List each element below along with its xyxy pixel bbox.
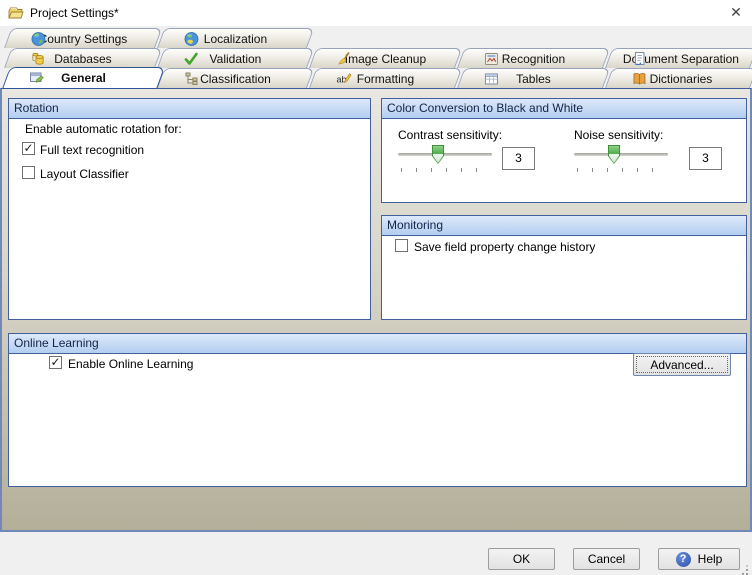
general-form-icon bbox=[29, 70, 45, 86]
tab-country-settings[interactable]: Country Settings bbox=[4, 28, 162, 48]
validation-check-icon bbox=[183, 51, 199, 67]
tab-label: Validation bbox=[210, 52, 262, 66]
enable-online-learning-label[interactable]: Enable Online Learning bbox=[68, 357, 193, 371]
tab-dictionaries[interactable]: Dictionaries bbox=[605, 68, 752, 88]
database-icon bbox=[30, 51, 46, 67]
help-icon: ? bbox=[676, 552, 691, 567]
tab-databases[interactable]: Databases bbox=[4, 48, 162, 68]
tab-recognition[interactable]: Recognition bbox=[457, 48, 610, 68]
classification-tree-icon bbox=[183, 71, 199, 87]
full-text-recognition-checkbox[interactable]: ✓ bbox=[22, 142, 35, 155]
rotation-intro-label: Enable automatic rotation for: bbox=[25, 122, 182, 136]
monitoring-group-title: Monitoring bbox=[382, 216, 746, 236]
contrast-sensitivity-label: Contrast sensitivity: bbox=[398, 128, 502, 142]
broom-icon bbox=[335, 51, 351, 67]
advanced-button[interactable]: Advanced... bbox=[633, 353, 731, 376]
tab-image-cleanup[interactable]: Image Cleanup bbox=[309, 48, 462, 68]
layout-classifier-label[interactable]: Layout Classifier bbox=[40, 167, 129, 181]
tab-document-separation[interactable]: Document Separation bbox=[605, 48, 752, 68]
tab-localization[interactable]: Localization bbox=[157, 28, 314, 48]
online-learning-group: Online Learning ✓ Enable Online Learning… bbox=[8, 333, 747, 487]
color-conversion-group: Color Conversion to Black and White Cont… bbox=[381, 98, 747, 203]
ok-button[interactable]: OK bbox=[488, 548, 555, 570]
close-icon[interactable]: ✕ bbox=[720, 0, 752, 24]
monitoring-group: Monitoring Save field property change hi… bbox=[381, 215, 747, 320]
save-field-history-checkbox[interactable] bbox=[395, 239, 408, 252]
tab-label: Classification bbox=[200, 72, 271, 86]
tab-label: Dictionaries bbox=[650, 72, 713, 86]
noise-sensitivity-slider-thumb[interactable] bbox=[608, 145, 620, 164]
noise-sensitivity-label: Noise sensitivity: bbox=[574, 128, 663, 142]
help-button[interactable]: ? Help bbox=[658, 548, 740, 570]
tab-label: Databases bbox=[54, 52, 111, 66]
noise-sensitivity-value[interactable]: 3 bbox=[689, 147, 722, 170]
tab-label: Image Cleanup bbox=[345, 52, 426, 66]
formatting-icon: ab bbox=[335, 71, 351, 87]
localization-globe-icon bbox=[183, 31, 199, 47]
app-icon bbox=[7, 4, 25, 22]
resize-grip[interactable] bbox=[740, 563, 748, 571]
title-bar: Project Settings* ✕ bbox=[0, 0, 752, 26]
tab-label: Formatting bbox=[357, 72, 414, 86]
recognition-icon bbox=[483, 51, 499, 67]
table-icon bbox=[483, 71, 499, 87]
tab-label: Recognition bbox=[502, 52, 565, 66]
rotation-group-title: Rotation bbox=[9, 99, 370, 119]
window-title: Project Settings* bbox=[30, 6, 119, 20]
contrast-sensitivity-slider-track[interactable] bbox=[398, 153, 492, 156]
rotation-group: Rotation Enable automatic rotation for: … bbox=[8, 98, 371, 320]
color-conversion-group-title: Color Conversion to Black and White bbox=[382, 99, 746, 119]
cancel-button[interactable]: Cancel bbox=[573, 548, 640, 570]
tab-general[interactable]: General bbox=[2, 67, 165, 89]
noise-sensitivity-slider-track[interactable] bbox=[574, 153, 668, 156]
enable-online-learning-checkbox[interactable]: ✓ bbox=[49, 356, 62, 369]
tab-tables[interactable]: Tables bbox=[457, 68, 610, 88]
tab-validation[interactable]: Validation bbox=[157, 48, 314, 68]
tab-label: Country Settings bbox=[39, 32, 128, 46]
country-settings-globe-icon bbox=[30, 31, 46, 47]
tab-label: Localization bbox=[204, 32, 267, 46]
document-separation-icon bbox=[631, 51, 647, 67]
project-settings-dialog: Project Settings* ✕ Country Settings Loc… bbox=[0, 0, 752, 575]
tab-formatting[interactable]: ab Formatting bbox=[309, 68, 462, 88]
online-learning-group-title: Online Learning bbox=[9, 334, 746, 354]
save-field-history-label[interactable]: Save field property change history bbox=[414, 240, 595, 254]
svg-text:ab: ab bbox=[336, 75, 346, 85]
layout-classifier-checkbox[interactable] bbox=[22, 166, 35, 179]
book-icon bbox=[631, 71, 647, 87]
contrast-sensitivity-value[interactable]: 3 bbox=[502, 147, 535, 170]
tab-label: General bbox=[61, 71, 106, 85]
tab-classification[interactable]: Classification bbox=[157, 68, 314, 88]
help-button-label: Help bbox=[698, 552, 723, 566]
full-text-recognition-label[interactable]: Full text recognition bbox=[40, 143, 144, 157]
contrast-sensitivity-slider-thumb[interactable] bbox=[432, 145, 444, 164]
tab-label: Tables bbox=[516, 72, 551, 86]
